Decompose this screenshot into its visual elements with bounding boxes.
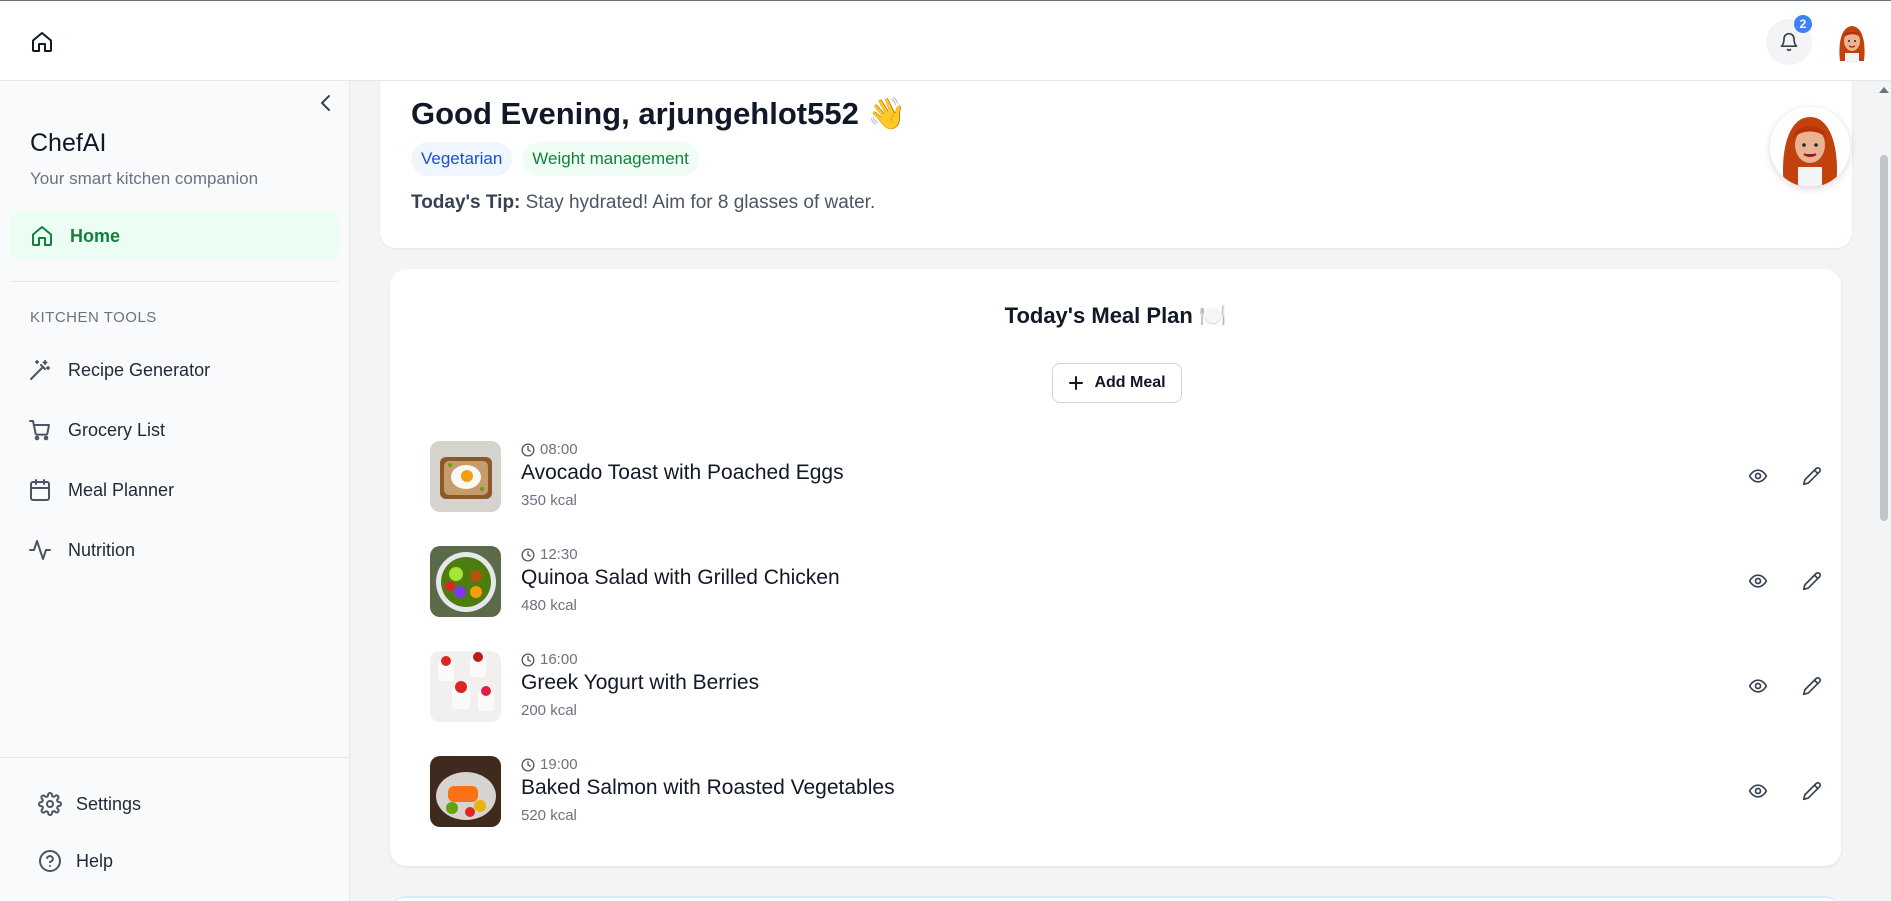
next-section-card [390,896,1841,901]
gear-icon [38,792,62,816]
meal-time: 16:00 [521,651,578,668]
meal-time: 12:30 [521,546,578,563]
plus-icon [1068,375,1084,391]
tag-vegetarian: Vegetarian [411,142,513,176]
eye-icon[interactable] [1743,776,1773,806]
settings-label: Settings [76,793,142,814]
meal-kcal: 350 kcal [521,492,577,509]
meal-kcal: 520 kcal [521,807,577,824]
eye-icon[interactable] [1743,671,1773,701]
tip-text: Stay hydrated! Aim for 8 glasses of wate… [520,192,876,213]
tip-label: Today's Tip: [411,192,521,213]
sidebar-item-label: Nutrition [68,539,136,560]
top-bar: 2 [0,0,1891,81]
brand-name: ChefAI [30,129,107,157]
sidebar-item-recipe-generator[interactable]: Recipe Generator [28,355,210,385]
list-item[interactable]: 19:00 Baked Salmon with Roasted Vegetabl… [430,756,1821,828]
meal-image [430,441,501,512]
meal-image [430,756,501,827]
clock-icon [521,443,535,457]
scrollbar[interactable] [1877,81,1891,901]
help-label: Help [76,850,114,871]
add-meal-label: Add Meal [1094,374,1166,391]
meal-image [430,546,501,617]
scrollbar-thumb[interactable] [1880,155,1888,521]
meal-time-label: 08:00 [540,441,578,458]
section-label-kitchen-tools: KITCHEN TOOLS [30,309,157,326]
pencil-icon[interactable] [1797,776,1827,806]
meal-name: Avocado Toast with Poached Eggs [521,461,844,484]
preference-tags: Vegetarian Weight management [411,142,699,176]
tag-weight-management: Weight management [522,142,699,176]
meal-time: 19:00 [521,756,578,773]
user-avatar[interactable] [1832,21,1872,63]
chevron-left-icon[interactable] [316,91,336,115]
chef-avatar [1770,107,1850,187]
list-item[interactable]: 16:00 Greek Yogurt with Berries 200 kcal [430,651,1821,723]
greeting-card: Good Evening, arjungehlot552 👋 Vegetaria… [380,81,1852,248]
brand-tagline: Your smart kitchen companion [30,169,259,188]
sidebar-item-label: Home [70,225,121,246]
notification-badge: 2 [1794,15,1812,33]
eye-icon[interactable] [1743,566,1773,596]
pencil-icon[interactable] [1797,566,1827,596]
main-content: Good Evening, arjungehlot552 👋 Vegetaria… [350,81,1891,901]
sidebar-item-label: Recipe Generator [68,359,211,380]
meal-time-label: 19:00 [540,756,578,773]
meal-kcal: 200 kcal [521,702,577,719]
clock-icon [521,653,535,667]
sidebar-item-nutrition[interactable]: Nutrition [28,535,135,565]
clock-icon [521,758,535,772]
meal-image [430,651,501,722]
meal-name: Baked Salmon with Roasted Vegetables [521,776,895,799]
home-icon[interactable] [28,28,56,56]
clock-icon [521,548,535,562]
divider [0,757,349,758]
activity-icon [28,538,52,562]
meal-time-label: 16:00 [540,651,578,668]
sidebar: ChefAI Your smart kitchen companion Home… [0,81,350,901]
meal-plan-title: Today's Meal Plan 🍽️ [1004,303,1227,328]
meal-time-label: 12:30 [540,546,578,563]
notifications-button[interactable]: 2 [1766,15,1812,65]
sidebar-item-grocery-list[interactable]: Grocery List [28,415,165,445]
sidebar-item-home[interactable]: Home [10,212,339,260]
meal-time: 08:00 [521,441,578,458]
cart-icon [28,418,52,442]
greeting-title: Good Evening, arjungehlot552 👋 [411,96,907,131]
sidebar-item-label: Meal Planner [68,479,175,500]
add-meal-button[interactable]: Add Meal [1052,363,1182,403]
daily-tip: Today's Tip: Stay hydrated! Aim for 8 gl… [411,192,875,214]
list-item[interactable]: 12:30 Quinoa Salad with Grilled Chicken … [430,546,1821,618]
help-circle-icon [38,849,62,873]
meal-kcal: 480 kcal [521,597,577,614]
divider [10,281,339,282]
eye-icon[interactable] [1743,461,1773,491]
settings-button[interactable]: Settings [38,789,141,819]
calendar-icon [28,478,52,502]
meal-name: Greek Yogurt with Berries [521,671,760,694]
pencil-icon[interactable] [1797,671,1827,701]
list-item[interactable]: 08:00 Avocado Toast with Poached Eggs 35… [430,441,1821,513]
sidebar-item-label: Grocery List [68,419,166,440]
sidebar-item-meal-planner[interactable]: Meal Planner [28,475,174,505]
meal-plan-card: Today's Meal Plan 🍽️ Add Meal 08:00 Avoc… [390,269,1841,866]
scroll-up-arrow[interactable] [1879,87,1889,93]
help-button[interactable]: Help [38,846,113,876]
pencil-icon[interactable] [1797,461,1827,491]
home-icon [30,224,54,248]
meal-name: Quinoa Salad with Grilled Chicken [521,566,840,589]
magic-wand-icon [28,358,52,382]
bell-icon [1779,32,1799,52]
